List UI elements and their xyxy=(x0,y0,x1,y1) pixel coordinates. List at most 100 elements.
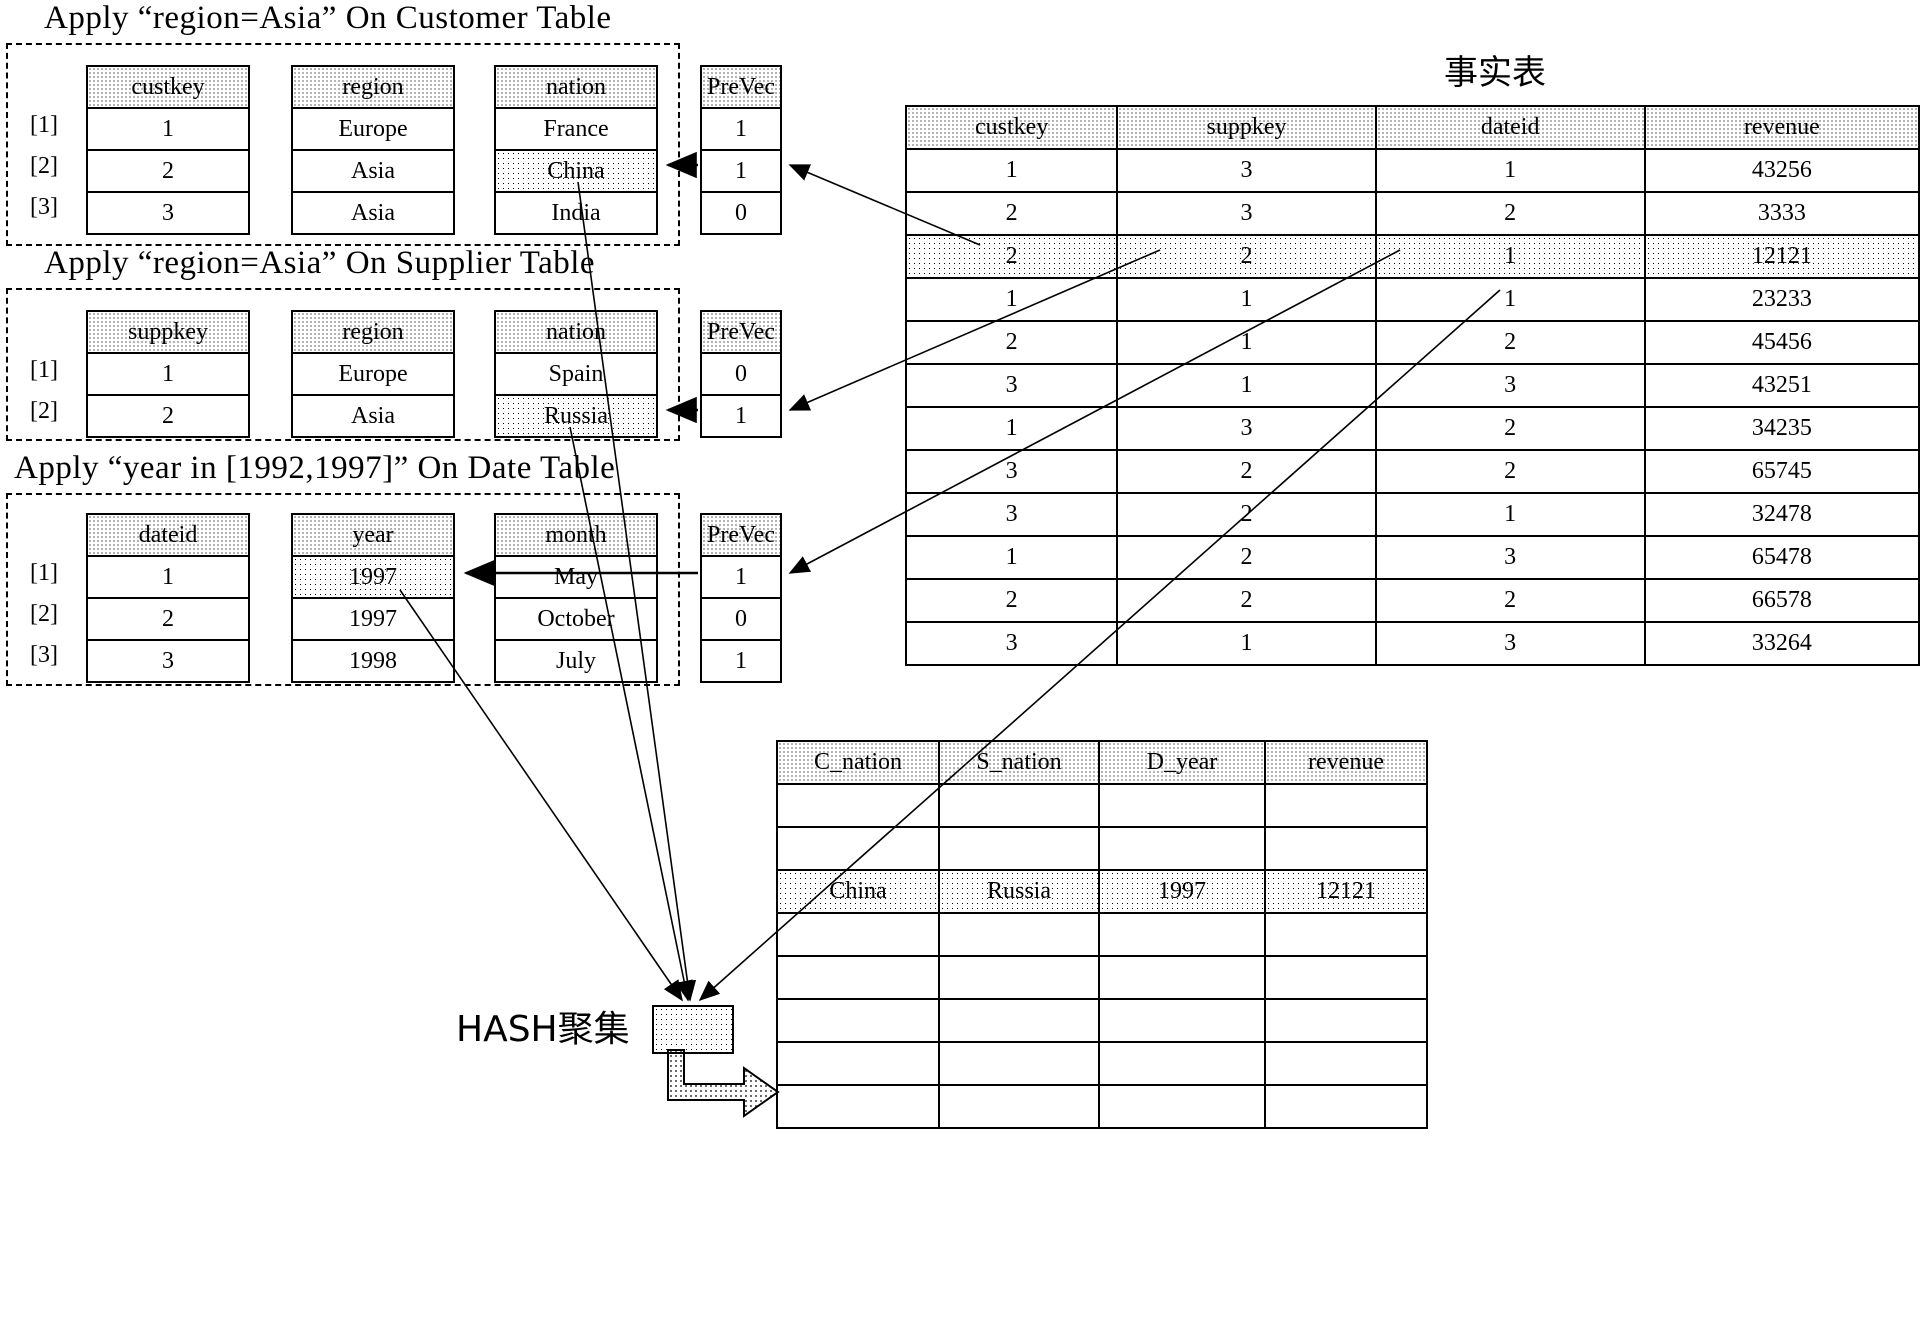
table-cell xyxy=(1264,998,1428,1043)
table-cell: 34235 xyxy=(1643,406,1921,451)
table-cell: Asia xyxy=(291,191,455,235)
table-cell: Spain xyxy=(494,352,658,396)
table-header-row: C_nation S_nation D_year revenue xyxy=(776,740,1428,785)
table-cell: 0 xyxy=(700,597,782,641)
table-cell: 12121 xyxy=(1264,869,1428,914)
table-cell: 2 xyxy=(1374,406,1646,451)
table-cell xyxy=(1264,1041,1428,1086)
table-cell: 1 xyxy=(700,394,782,438)
customer-region-column: region Europe Asia Asia xyxy=(291,65,455,235)
customer-section-caption: Apply “region=Asia” On Customer Table xyxy=(44,0,612,36)
table-cell: 1 xyxy=(86,107,250,151)
table-cell xyxy=(938,1084,1100,1129)
table-cell: 1 xyxy=(1374,277,1646,322)
table-row: 1 3 1 43256 xyxy=(904,148,1921,193)
table-cell: 43256 xyxy=(1643,148,1921,193)
table-cell: China xyxy=(776,869,940,914)
supplier-section-caption: Apply “region=Asia” On Supplier Table xyxy=(44,245,596,281)
table-cell: 1 xyxy=(700,107,782,151)
result-header-c-nation: C_nation xyxy=(776,740,940,785)
table-cell-highlighted: Russia xyxy=(494,394,658,438)
table-cell xyxy=(1098,912,1266,957)
table-cell: 1 xyxy=(1116,277,1377,322)
table-cell: 2 xyxy=(904,234,1119,279)
column-header: PreVec xyxy=(700,513,782,557)
table-cell: 43251 xyxy=(1643,363,1921,408)
table-cell: 2 xyxy=(1374,578,1646,623)
customer-row-label-2: [2] xyxy=(30,153,58,179)
table-cell: 1 xyxy=(1374,148,1646,193)
table-cell: 12121 xyxy=(1643,234,1921,279)
customer-row-label-3: [3] xyxy=(30,194,58,220)
table-cell: 65478 xyxy=(1643,535,1921,580)
table-cell xyxy=(1264,912,1428,957)
table-row: 1 2 3 65478 xyxy=(904,535,1921,580)
table-cell: 3 xyxy=(1374,363,1646,408)
table-cell: 3 xyxy=(1116,148,1377,193)
column-header: PreVec xyxy=(700,65,782,109)
table-cell: 1997 xyxy=(291,597,455,641)
table-cell xyxy=(1098,783,1266,828)
table-cell: 2 xyxy=(904,578,1119,623)
table-row: 2 1 2 45456 xyxy=(904,320,1921,365)
table-cell: 2 xyxy=(1374,320,1646,365)
table-cell: 66578 xyxy=(1643,578,1921,623)
date-year-column: year 1997 1997 1998 xyxy=(291,513,455,683)
table-row xyxy=(776,955,1428,1000)
table-cell: 1 xyxy=(1374,492,1646,537)
table-row xyxy=(776,783,1428,828)
customer-row-label-1: [1] xyxy=(30,112,58,138)
fact-table: custkey suppkey dateid revenue 1 3 1 43256 … xyxy=(904,105,1921,666)
table-cell: 2 xyxy=(86,394,250,438)
table-cell: 2 xyxy=(904,191,1119,236)
block-arrow-hash-to-result xyxy=(667,1049,780,1118)
fact-table-title: 事实表 xyxy=(1444,53,1546,93)
table-cell xyxy=(1264,1084,1428,1129)
table-cell: 1 xyxy=(1116,320,1377,365)
table-cell xyxy=(1098,826,1266,871)
date-row-label-1: [1] xyxy=(30,560,58,586)
table-cell: 2 xyxy=(1116,578,1377,623)
table-cell: Russia xyxy=(938,869,1100,914)
table-cell: 3 xyxy=(904,621,1119,666)
table-cell: May xyxy=(494,555,658,599)
table-cell: 1 xyxy=(904,535,1119,580)
table-row-highlighted: 2 2 1 12121 xyxy=(904,234,1921,279)
table-cell xyxy=(1098,1084,1266,1129)
table-row: 3 1 3 33264 xyxy=(904,621,1921,666)
table-cell xyxy=(776,998,940,1043)
table-cell xyxy=(938,826,1100,871)
column-header: custkey xyxy=(86,65,250,109)
table-cell xyxy=(1098,955,1266,1000)
supplier-prevec-column: PreVec 0 1 xyxy=(700,310,782,438)
hash-aggregate-label: HASH聚集 xyxy=(456,1009,630,1050)
table-cell-highlighted: China xyxy=(494,149,658,193)
fact-header-dateid: dateid xyxy=(1374,105,1646,150)
table-cell: 1 xyxy=(1116,621,1377,666)
date-row-label-3: [3] xyxy=(30,642,58,668)
table-cell: 3 xyxy=(86,639,250,683)
date-dateid-column: dateid 1 2 3 xyxy=(86,513,250,683)
table-row xyxy=(776,1041,1428,1086)
table-cell: 3 xyxy=(904,492,1119,537)
table-cell: 65745 xyxy=(1643,449,1921,494)
date-row-label-2: [2] xyxy=(30,601,58,627)
table-cell: 2 xyxy=(1116,449,1377,494)
date-prevec-column: PreVec 1 0 1 xyxy=(700,513,782,683)
table-cell xyxy=(938,998,1100,1043)
fact-header-revenue: revenue xyxy=(1643,105,1921,150)
table-row: 3 1 3 43251 xyxy=(904,363,1921,408)
table-cell: 3 xyxy=(86,191,250,235)
table-cell: 32478 xyxy=(1643,492,1921,537)
supplier-row-label-1: [1] xyxy=(30,357,58,383)
table-cell: October xyxy=(494,597,658,641)
table-cell: 33264 xyxy=(1643,621,1921,666)
table-cell xyxy=(776,826,940,871)
table-cell: 2 xyxy=(904,320,1119,365)
table-cell: 2 xyxy=(1116,234,1377,279)
table-cell: 2 xyxy=(1116,492,1377,537)
table-cell: 1 xyxy=(1116,363,1377,408)
table-cell: 45456 xyxy=(1643,320,1921,365)
table-cell: 2 xyxy=(1374,449,1646,494)
table-cell xyxy=(938,912,1100,957)
